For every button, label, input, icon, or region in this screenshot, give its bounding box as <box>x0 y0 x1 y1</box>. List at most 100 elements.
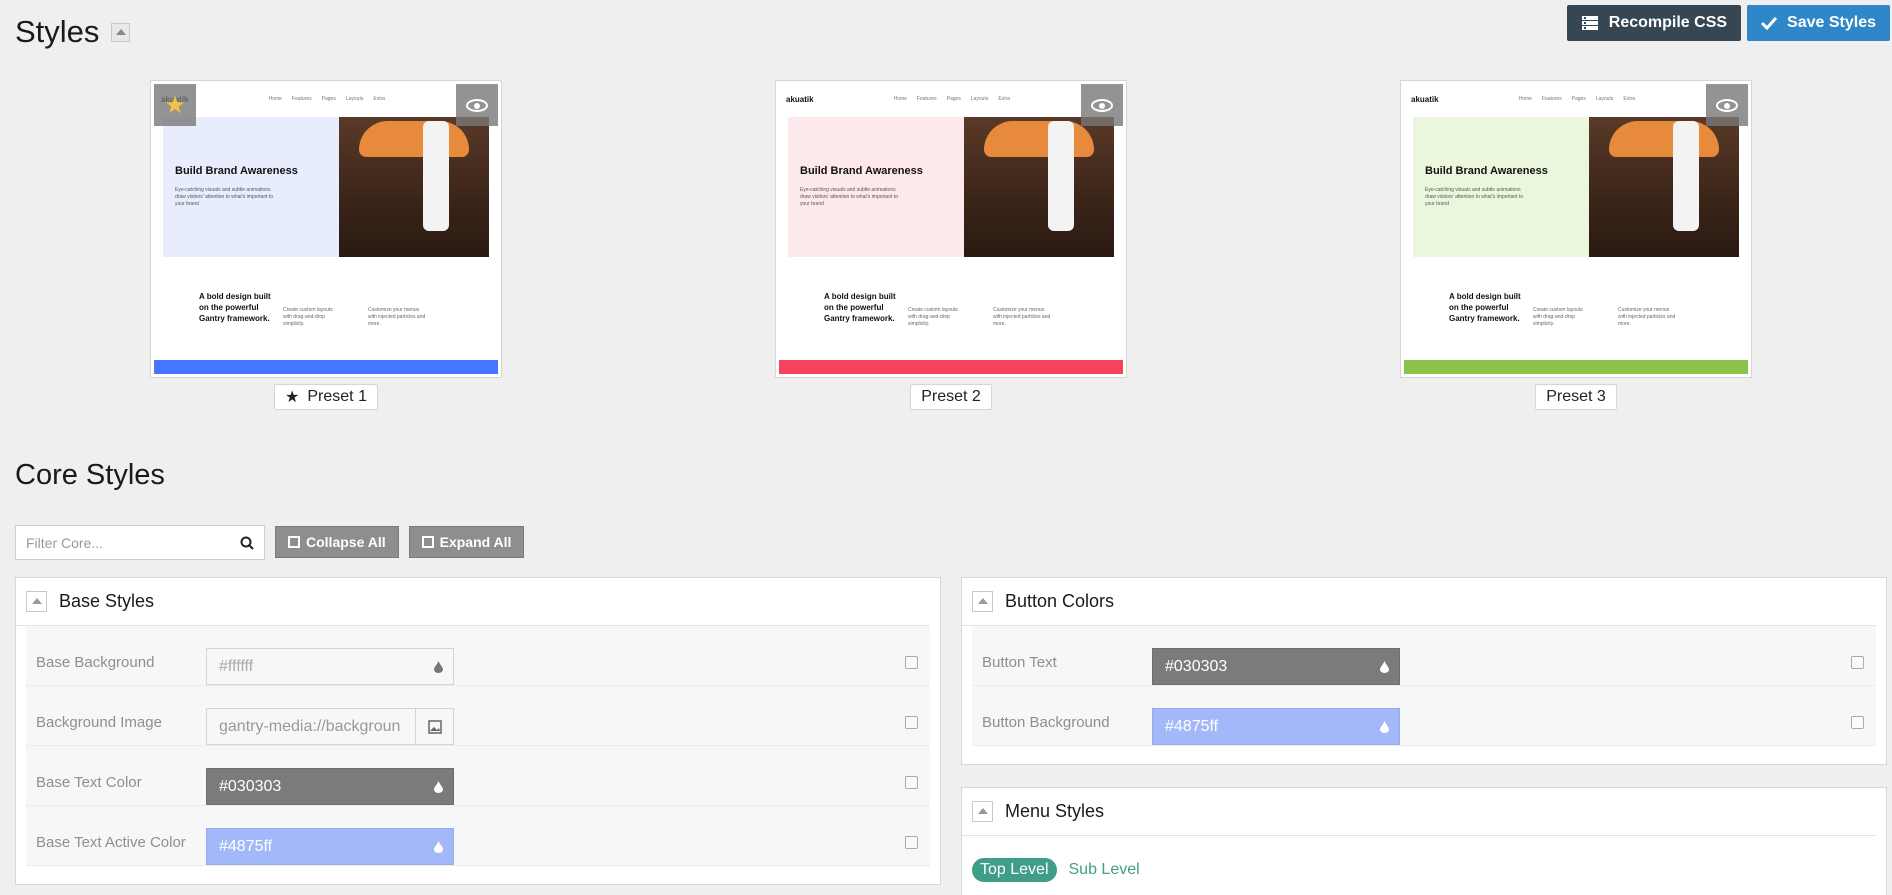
preset-accent-bar <box>154 360 498 374</box>
preset-card-3[interactable]: akuatik Home Features Pages Layouts Extr… <box>1400 80 1752 410</box>
override-checkbox[interactable] <box>905 656 918 669</box>
recompile-css-label: Recompile CSS <box>1608 14 1728 31</box>
override-checkbox[interactable] <box>1851 716 1864 729</box>
collapse-all-button[interactable]: Collapse All <box>275 526 399 558</box>
hero-title: Build Brand Awareness <box>175 165 298 177</box>
recompile-css-button[interactable]: Recompile CSS <box>1566 5 1742 41</box>
color-drop-icon <box>1380 721 1389 733</box>
field-label: Button Background <box>982 714 1110 731</box>
thumb-menu-item: Layouts <box>1595 96 1614 102</box>
panel-title: Button Colors <box>1005 591 1115 611</box>
media-picker-button[interactable] <box>415 709 453 744</box>
tab-top-level[interactable]: Top Level <box>972 858 1057 882</box>
lower-title: A bold design built on the powerful Gant… <box>1449 292 1521 323</box>
preset-thumbnail[interactable]: akuatik Home Features Pages Layouts Extr… <box>1400 80 1752 378</box>
preview-button[interactable] <box>1081 84 1123 126</box>
eye-icon <box>466 98 488 112</box>
base-text-active-color-input[interactable]: #4875ff <box>206 828 454 865</box>
lower-col: Customize your menus with injected parti… <box>993 307 1051 327</box>
preset-card-1[interactable]: akuatik Home Features Pages Layouts Extr… <box>150 80 502 410</box>
collapse-icon <box>288 536 300 548</box>
panel-header: Menu Styles <box>962 788 1876 836</box>
collapse-panel-button[interactable] <box>972 801 993 822</box>
filter-core-input[interactable]: Filter Core... <box>15 525 265 560</box>
thumb-menu-item: Extra <box>998 96 1011 102</box>
preset-label[interactable]: Preset 2 <box>910 384 992 410</box>
button-text-color-input[interactable]: #030303 <box>1152 648 1400 685</box>
thumb-menu-item: Layouts <box>345 96 364 102</box>
field-value: #ffffff <box>219 657 254 675</box>
preset-thumbnail[interactable]: akuatik Home Features Pages Layouts Extr… <box>775 80 1127 378</box>
thumb-menu: Home Features Pages Layouts Extra <box>894 96 1010 102</box>
thumb-hero: Build Brand Awareness Eye-catching visua… <box>163 117 489 257</box>
preview-button[interactable] <box>1706 84 1748 126</box>
field-label: Base Background <box>36 654 155 671</box>
field-label: Background Image <box>36 714 162 731</box>
field-value: #030303 <box>1165 657 1228 675</box>
thumb-nav: akuatik Home Features Pages Layouts Extr… <box>1411 91 1741 107</box>
preset-accent-bar <box>779 360 1123 374</box>
collapse-panel-button[interactable] <box>26 591 47 612</box>
menu-level-tabs: Top Level Sub Level <box>972 858 1140 882</box>
field-row-base-text-active-color: Base Text Active Color #4875ff <box>26 806 930 866</box>
lower-col: Create custom layouts with drag-and-drop… <box>283 307 333 327</box>
field-row-base-background: Base Background #ffffff <box>26 626 930 686</box>
collapse-styles-button[interactable] <box>111 22 131 42</box>
preset-label[interactable]: ★ Preset 1 <box>274 384 378 410</box>
thumb-menu-item: Features <box>1541 96 1562 102</box>
hero-bottle <box>423 121 449 231</box>
panel-header: Base Styles <box>16 578 930 626</box>
thumb-menu-item: Home <box>893 96 907 102</box>
hero-text: Eye-catching visuals and subtle animatio… <box>800 187 899 207</box>
field-value: #030303 <box>219 777 282 795</box>
save-styles-button[interactable]: Save Styles <box>1747 5 1890 41</box>
thumb-menu: Home Features Pages Layouts Extra <box>269 96 385 102</box>
preset-name: Preset 1 <box>307 388 367 405</box>
preview-button[interactable] <box>456 84 498 126</box>
background-image-input[interactable]: gantry-media://backgroun <box>206 708 454 745</box>
core-styles-title: Core Styles <box>15 459 165 491</box>
filter-toolbar: Filter Core... Collapse All Expand All <box>15 525 525 560</box>
lower-col: Customize your menus with injected parti… <box>1618 307 1676 327</box>
field-row-button-text: Button Text #030303 <box>972 626 1876 686</box>
preset-thumbnail[interactable]: akuatik Home Features Pages Layouts Extr… <box>150 80 502 378</box>
save-styles-label: Save Styles <box>1787 14 1876 31</box>
page-title: Styles <box>15 14 131 50</box>
base-background-input[interactable]: #ffffff <box>206 648 454 685</box>
thumb-lower: A bold design built on the powerful Gant… <box>788 281 1114 361</box>
base-text-color-input[interactable]: #030303 <box>206 768 454 805</box>
preset-label[interactable]: Preset 3 <box>1535 384 1617 410</box>
override-checkbox[interactable] <box>905 776 918 789</box>
field-row-button-background: Button Background #4875ff <box>972 686 1876 746</box>
field-label: Base Text Active Color <box>36 834 186 851</box>
thumb-logo: akuatik <box>1411 94 1439 104</box>
override-checkbox[interactable] <box>1851 656 1864 669</box>
presets-gallery: akuatik Home Features Pages Layouts Extr… <box>0 80 1892 420</box>
lower-col: Customize your menus with injected parti… <box>368 307 426 327</box>
filter-placeholder: Filter Core... <box>26 534 104 551</box>
thumb-nav: akuatik Home Features Pages Layouts Extr… <box>161 91 491 107</box>
preset-accent-bar <box>1404 360 1748 374</box>
hero-bandana <box>1609 121 1719 157</box>
thumb-lower: A bold design built on the powerful Gant… <box>163 281 489 361</box>
override-checkbox[interactable] <box>905 716 918 729</box>
button-colors-panel: Button Colors Button Text #030303 Button… <box>961 577 1887 765</box>
tab-sub-level[interactable]: Sub Level <box>1069 861 1140 879</box>
image-icon <box>427 719 442 734</box>
preset-card-2[interactable]: akuatik Home Features Pages Layouts Extr… <box>775 80 1127 410</box>
hero-title: Build Brand Awareness <box>800 165 923 177</box>
thumb-menu-item: Pages <box>321 96 336 102</box>
thumb-menu-item: Layouts <box>970 96 989 102</box>
thumb-hero: Build Brand Awareness Eye-catching visua… <box>788 117 1114 257</box>
expand-all-button[interactable]: Expand All <box>408 526 525 558</box>
collapse-panel-button[interactable] <box>972 591 993 612</box>
panel-title: Base Styles <box>59 591 155 611</box>
thumb-logo: akuatik <box>786 94 814 104</box>
search-icon <box>240 536 254 550</box>
field-label: Button Text <box>982 654 1057 671</box>
button-background-color-input[interactable]: #4875ff <box>1152 708 1400 745</box>
server-icon <box>1581 16 1598 30</box>
override-checkbox[interactable] <box>905 836 918 849</box>
check-icon <box>1761 16 1778 30</box>
hero-bandana <box>359 121 469 157</box>
